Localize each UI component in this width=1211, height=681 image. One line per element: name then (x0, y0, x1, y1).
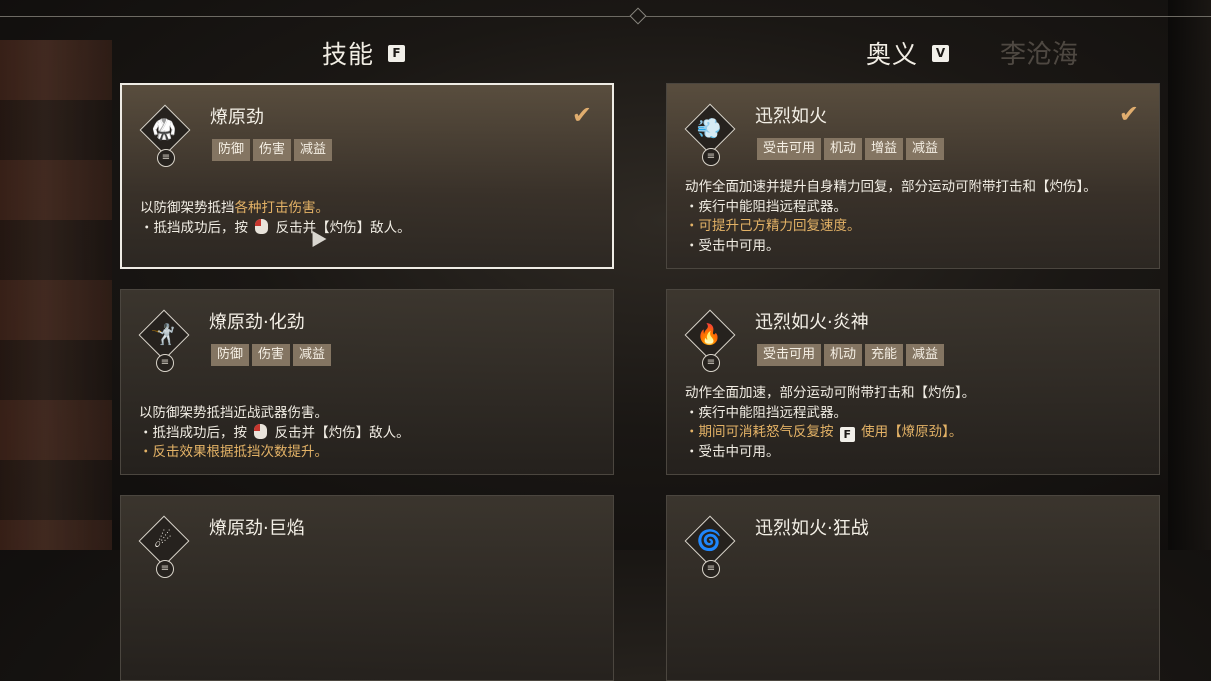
figure-icon: 🥋 (151, 117, 177, 141)
figure-icon: 💨 (696, 116, 722, 140)
description-text: ・抵挡成功后，按 (140, 219, 253, 236)
tag: 增益 (865, 138, 904, 160)
ultimates-key-hint: V (932, 44, 950, 62)
description-line: 以防御架势抵挡各种打击伤害。 (140, 199, 594, 219)
description-text: 反击并【灼伤】敌人。 (270, 424, 410, 441)
description-line: ・疾行中能阻挡远程武器。 (685, 404, 1141, 424)
divider-ornament-icon (629, 7, 647, 25)
description: 动作全面加速并提升自身精力回复，部分运动可附带打击和【灼伤】。 ・疾行中能阻挡远程… (685, 178, 1141, 256)
skill-emblem-icon: 🌀 (684, 515, 736, 567)
description-line: ・受击中可用。 (685, 237, 1141, 257)
tag: 伤害 (253, 139, 292, 161)
description: 以防御架势抵挡近战武器伤害。 ・抵挡成功后，按 反击并【灼伤】敌人。 ・反击效果根据… (139, 404, 595, 463)
description-text: 使用【燎原劲】。 (856, 424, 963, 440)
background-right-shade (1168, 0, 1211, 550)
description-text: 动作全面加速并提升自身精力回复，部分运动可附带打击和【灼伤】。 (685, 179, 1097, 195)
description-text: ・受击中可用。 (685, 443, 780, 460)
menu-circle-icon[interactable]: ≡ (702, 354, 720, 372)
description-line: ・抵挡成功后，按 反击并【灼伤】敌人。 (139, 423, 595, 444)
tag: 减益 (906, 344, 945, 366)
card-title: 迅烈如火·狂战 (755, 518, 869, 539)
skill-emblem-icon: 🔥 (684, 309, 736, 361)
description-line: 动作全面加速，部分运动可附带打击和【灼伤】。 (685, 384, 1141, 404)
description-text: ・疾行中能阻挡远程武器。 (685, 198, 847, 215)
menu-circle-icon[interactable]: ≡ (156, 560, 174, 578)
description-text: 以防御架势抵挡近战武器伤害。 (139, 405, 328, 421)
figure-icon: 🤺 (150, 322, 176, 346)
card-title: 燎原劲·巨焰 (209, 518, 305, 539)
tag: 防御 (211, 344, 250, 366)
card-title: 迅烈如火 (755, 106, 827, 127)
description-line: ・反击效果根据抵挡次数提升。 (139, 443, 595, 463)
tag: 受击可用 (757, 344, 822, 366)
description-line: ・可提升己方精力回复速度。 (685, 217, 1141, 237)
description: 动作全面加速，部分运动可附带打击和【灼伤】。 ・疾行中能阻挡远程武器。 ・期间可消耗… (685, 384, 1141, 462)
figure-icon: ☄ (154, 528, 172, 552)
description-line: ・期间可消耗怒气反复按 F 使用【燎原劲】。 (685, 423, 1141, 443)
tag: 受击可用 (757, 138, 822, 160)
figure-icon: 🌀 (696, 528, 722, 552)
description-line: ・疾行中能阻挡远程武器。 (685, 198, 1141, 218)
skills-title: 技能 (322, 40, 375, 69)
ultimates-title: 奥义 (866, 40, 919, 69)
tag: 减益 (293, 344, 332, 366)
tag-list: 受击可用 机动 增益 减益 (757, 138, 945, 160)
skill-emblem-icon: 💨 (684, 103, 736, 155)
background-portraits (0, 40, 112, 550)
tag: 伤害 (252, 344, 291, 366)
skills-key-hint: F (388, 44, 406, 62)
tag: 减益 (294, 139, 333, 161)
checkmark-icon: ✔ (571, 101, 592, 129)
background-character-name: 李沧海 (1000, 40, 1079, 70)
description-line: ・受击中可用。 (685, 443, 1141, 463)
description-text: ・可提升己方精力回复速度。 (685, 218, 861, 234)
ultimates-card-3[interactable]: 🌀 ≡ 迅烈如火·狂战 (666, 495, 1160, 681)
figure-icon: 🔥 (696, 322, 722, 346)
card-title: 燎原劲·化劲 (209, 312, 305, 333)
ultimates-header: 奥义 V (866, 36, 950, 70)
skill-emblem-icon: 🥋 (139, 104, 191, 156)
ultimates-card-1[interactable]: 💨 ≡ 迅烈如火 ✔ 受击可用 机动 增益 减益动作全面加速并提升自身精力回复，部分运动可附带… (666, 83, 1160, 269)
tag: 减益 (906, 138, 945, 160)
tag: 机动 (824, 138, 863, 160)
description-text: ・疾行中能阻挡远程武器。 (685, 404, 847, 421)
description-text: 反击并【灼伤】敌人。 (271, 219, 411, 236)
description-line: 动作全面加速并提升自身精力回复，部分运动可附带打击和【灼伤】。 (685, 178, 1141, 198)
tag-list: 受击可用 机动 充能 减益 (757, 344, 945, 366)
tag: 充能 (865, 344, 904, 366)
description-text: 以防御架势抵挡 (140, 200, 235, 216)
mouse-left-click-icon (254, 423, 268, 439)
menu-circle-icon[interactable]: ≡ (156, 354, 174, 372)
mouse-left-click-icon (255, 218, 269, 234)
tag-list: 防御 伤害 减益 (211, 344, 332, 366)
menu-circle-icon[interactable]: ≡ (702, 560, 720, 578)
tag: 防御 (212, 139, 251, 161)
menu-circle-icon[interactable]: ≡ (702, 148, 720, 166)
skills-header: 技能 F (322, 36, 406, 70)
skills-card-1[interactable]: 🥋 ≡ 燎原劲 ✔ 防御 伤害 减益 以防御架势抵挡各种打击伤害。 ・抵挡成功后，按 反击并【灼… (120, 83, 614, 269)
card-title: 迅烈如火·炎神 (755, 312, 869, 333)
ultimates-card-2[interactable]: 🔥 ≡ 迅烈如火·炎神 受击可用 机动 充能 减益 动作全面加速，部分运动可附带打击和【灼伤】… (666, 289, 1160, 475)
checkmark-icon: ✔ (1118, 100, 1139, 128)
tag-list: 防御 伤害 减益 (212, 139, 333, 161)
description-text: ・抵挡成功后，按 (139, 424, 252, 441)
menu-circle-icon[interactable]: ≡ (157, 149, 175, 167)
key-hint: F (839, 427, 855, 443)
description-line: 以防御架势抵挡近战武器伤害。 (139, 404, 595, 424)
description-text: ・期间可消耗怒气反复按 (685, 424, 838, 440)
description-text: ・反击效果根据抵挡次数提升。 (139, 444, 328, 460)
skills-card-2[interactable]: 🤺 ≡ 燎原劲·化劲 防御 伤害 减益 以防御架势抵挡近战武器伤害。 ・抵挡成功后，按 反击并… (120, 289, 614, 475)
description: 以防御架势抵挡各种打击伤害。 ・抵挡成功后，按 反击并【灼伤】敌人。 (140, 199, 594, 238)
skills-card-3[interactable]: ☄ ≡ 燎原劲·巨焰 (120, 495, 614, 681)
description-text: ・受击中可用。 (685, 237, 780, 254)
skill-emblem-icon: 🤺 (138, 309, 190, 361)
card-title: 燎原劲 (210, 107, 264, 128)
description-line: ・抵挡成功后，按 反击并【灼伤】敌人。 (140, 218, 594, 239)
description-text: 动作全面加速，部分运动可附带打击和【灼伤】。 (685, 385, 976, 401)
tag: 机动 (824, 344, 863, 366)
description-text: 各种打击伤害。 (234, 200, 330, 216)
skill-emblem-icon: ☄ (138, 515, 190, 567)
top-divider (0, 16, 1211, 17)
